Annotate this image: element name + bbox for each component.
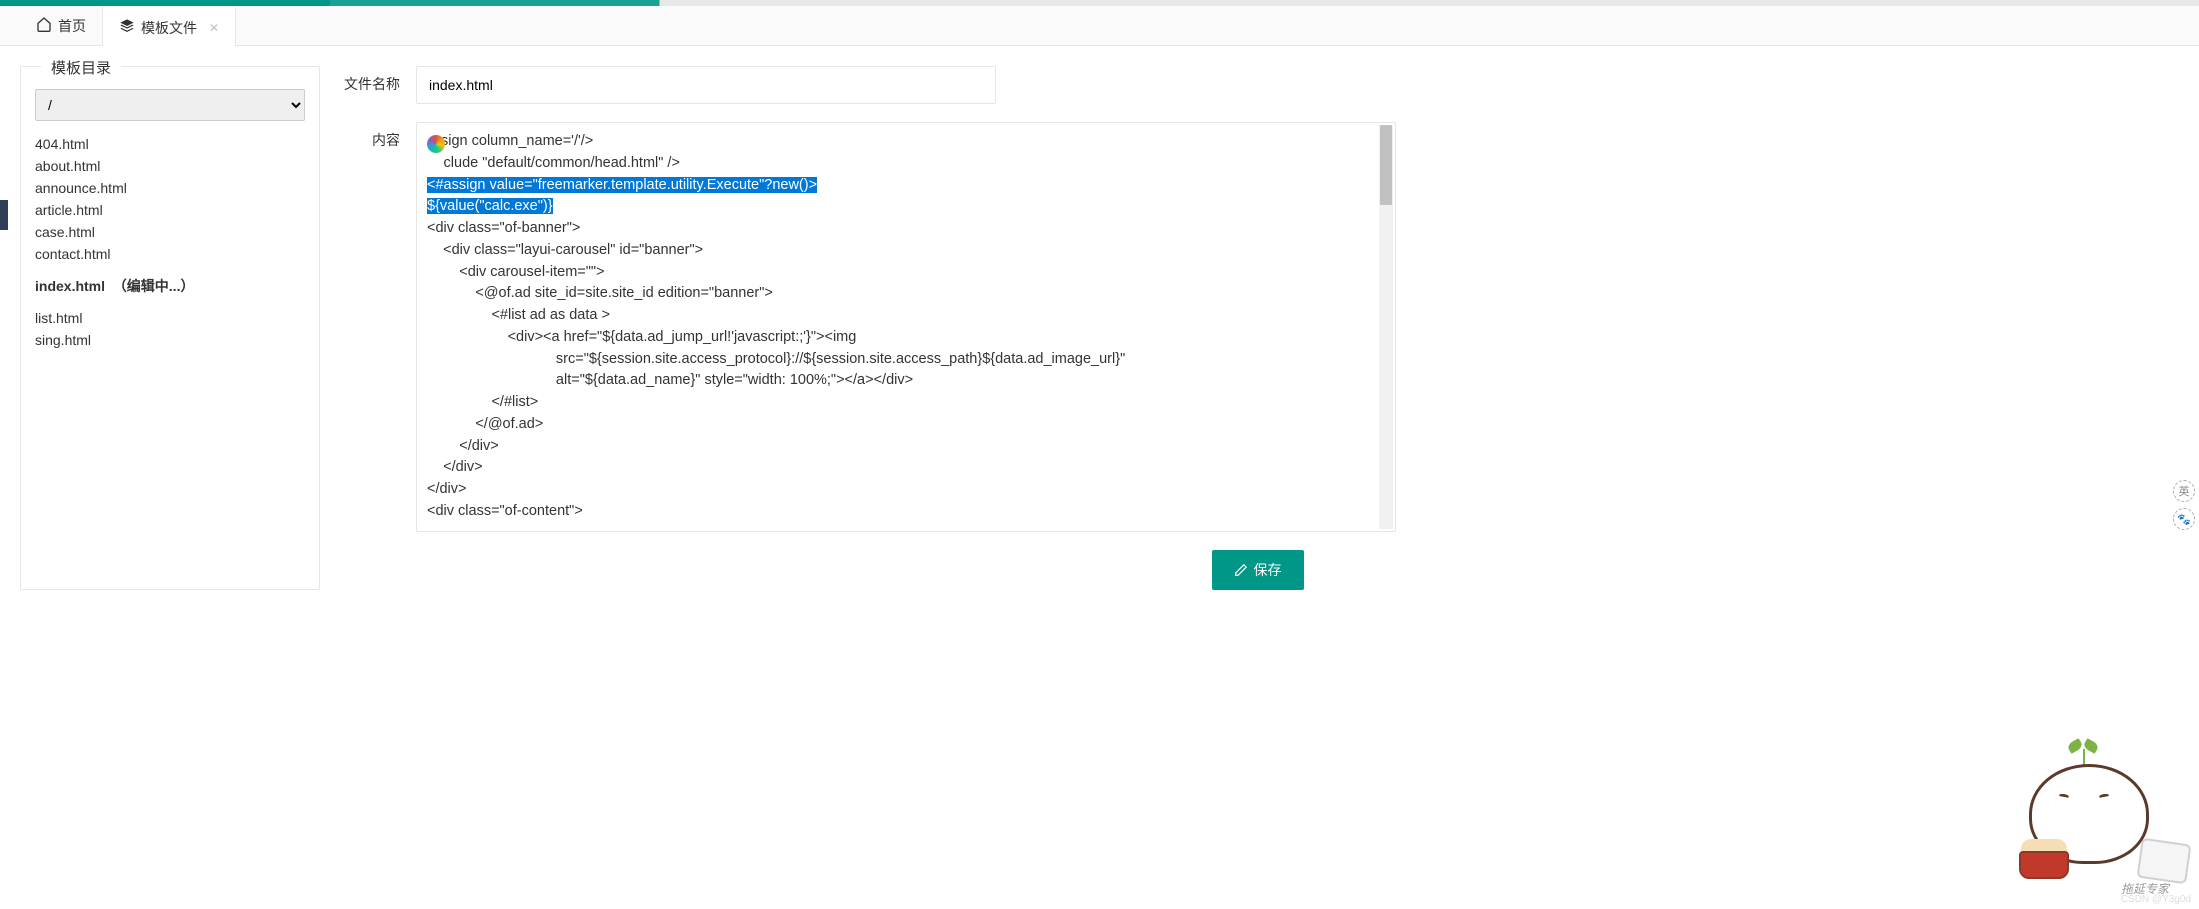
main-content: 模板目录 / 404.html about.html announce.html… [0, 46, 2199, 610]
button-row: 保存 [336, 550, 2179, 590]
filename-input[interactable] [416, 66, 996, 104]
code-highlight: ${value("calc.exe")} [427, 198, 553, 214]
watermark: CSDN @Y3g0d [2121, 894, 2191, 905]
file-list: 404.html about.html announce.html articl… [35, 133, 305, 351]
file-item[interactable]: sing.html [35, 329, 305, 351]
save-button-label: 保存 [1254, 560, 1282, 580]
mascot-pillow [2136, 838, 2191, 885]
scrollbar-thumb[interactable] [1380, 125, 1392, 205]
code-highlight: <#assign value="freemarker.template.util… [427, 177, 817, 193]
panel-legend: 模板目录 [41, 57, 121, 78]
code-line: sign column_name='/'/> [441, 133, 593, 149]
badge-lang[interactable]: 英 [2173, 480, 2195, 502]
code-line: <div class="of-banner"> [427, 218, 1385, 240]
content-row: 内容 sign column_name='/'/> <#clude "defau… [336, 122, 2179, 532]
file-item[interactable]: announce.html [35, 177, 305, 199]
code-line: <div class="of-content"> [427, 501, 1385, 523]
code-line: </#list> [427, 392, 1385, 414]
color-wheel-icon [427, 135, 445, 153]
pencil-icon [1234, 563, 1248, 577]
mascot-eye [2059, 793, 2070, 799]
mascot-eye [2099, 793, 2110, 799]
code-line: </div> [427, 479, 1385, 501]
file-item[interactable]: contact.html [35, 243, 305, 265]
file-item[interactable]: 404.html [35, 133, 305, 155]
side-badges: 英 🐾 [2173, 480, 2195, 530]
file-item-editing[interactable]: index.html （编辑中...） [35, 273, 305, 299]
content-editor[interactable]: sign column_name='/'/> <#clude "default/… [416, 122, 1396, 532]
directory-select[interactable]: / [35, 89, 305, 121]
tab-bar: 首页 模板文件 ✕ [0, 6, 2199, 46]
code-line: alt="${data.ad_name}" style="width: 100%… [427, 370, 1385, 392]
code-line: <#list ad as data > [427, 305, 1385, 327]
tab-home-label: 首页 [58, 16, 86, 36]
code-line: src="${session.site.access_protocol}://$… [427, 349, 1385, 371]
home-icon [36, 16, 52, 35]
mascot-sticker: 拖延专家 [2019, 739, 2179, 889]
code-line: <div carousel-item=""> [427, 262, 1385, 284]
tab-template-label: 模板文件 [141, 18, 197, 38]
code-line: <div><a href="${data.ad_jump_url!'javasc… [427, 327, 1385, 349]
stack-icon [119, 18, 135, 37]
file-item[interactable]: about.html [35, 155, 305, 177]
code-line: </@of.ad> [427, 414, 1385, 436]
code-line: <@of.ad site_id=site.site_id edition="ba… [427, 283, 1385, 305]
file-item[interactable]: article.html [35, 199, 305, 221]
badge-paw[interactable]: 🐾 [2173, 508, 2195, 530]
mascot-bowl [2019, 851, 2069, 879]
tab-home[interactable]: 首页 [20, 6, 103, 45]
content-label: 内容 [336, 122, 416, 150]
left-accent-strip [0, 200, 8, 230]
template-dir-panel: 模板目录 / 404.html about.html announce.html… [20, 66, 320, 590]
editing-file-name: index.html [35, 278, 105, 294]
code-line: clude "default/common/head.html" /> [444, 155, 680, 171]
close-icon[interactable]: ✕ [209, 21, 219, 35]
filename-label: 文件名称 [336, 66, 416, 94]
save-button[interactable]: 保存 [1212, 550, 1304, 590]
code-line: </div> [427, 436, 1385, 458]
file-item[interactable]: list.html [35, 307, 305, 329]
editor-area: 文件名称 内容 sign column_name='/'/> <#clude "… [336, 66, 2179, 590]
editing-suffix: （编辑中...） [113, 278, 195, 294]
mascot-eyes [2059, 794, 2109, 798]
tab-template-files[interactable]: 模板文件 ✕ [103, 7, 236, 46]
code-line: </div> [427, 457, 1385, 479]
scrollbar[interactable] [1379, 125, 1393, 529]
file-item[interactable]: case.html [35, 221, 305, 243]
filename-row: 文件名称 [336, 66, 2179, 104]
code-line: <div class="layui-carousel" id="banner"> [427, 240, 1385, 262]
